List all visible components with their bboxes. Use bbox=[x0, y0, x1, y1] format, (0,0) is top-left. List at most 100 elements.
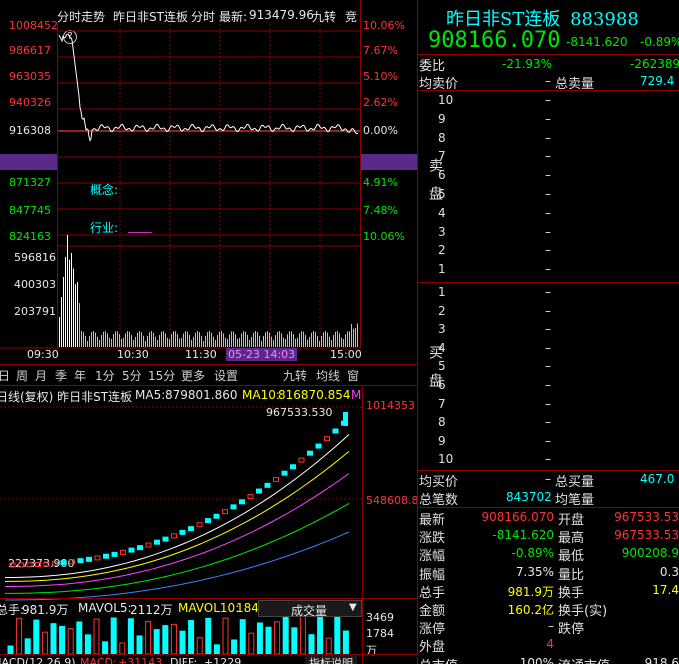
kline-volume-bar bbox=[84, 634, 91, 655]
candle bbox=[239, 499, 245, 505]
intraday-volume-bar bbox=[169, 338, 170, 347]
kline-volume-bar bbox=[308, 634, 315, 655]
stat-value: 900208.9 bbox=[621, 546, 679, 561]
sell-book-divider bbox=[418, 90, 679, 91]
diff-value: +1229 bbox=[204, 656, 242, 664]
buy-level-price[interactable]: – bbox=[545, 304, 551, 318]
intraday-volume-bar bbox=[185, 331, 186, 347]
intraday-volume-bar bbox=[247, 334, 248, 347]
period-button[interactable]: 5分 bbox=[122, 367, 142, 383]
intraday-volume-bar bbox=[279, 331, 280, 347]
toolbar-right-button[interactable]: 窗 bbox=[347, 367, 359, 383]
kline-volume-bar bbox=[188, 620, 195, 655]
sell-level-price[interactable]: – bbox=[545, 262, 551, 276]
period-button[interactable]: 设置 bbox=[214, 367, 238, 383]
intraday-volume-bar bbox=[181, 337, 182, 347]
sell-level-price[interactable]: – bbox=[545, 206, 551, 220]
candle bbox=[307, 450, 313, 456]
indicator-help-button[interactable]: 指标说明 bbox=[305, 655, 357, 664]
period-button[interactable]: 1分 bbox=[95, 367, 115, 383]
period-button[interactable]: 月 bbox=[35, 367, 47, 383]
intraday-volume-bar bbox=[83, 332, 84, 347]
intraday-volume-bar bbox=[213, 336, 214, 347]
kline-volume-bar bbox=[291, 627, 298, 655]
kline-volume-bar bbox=[325, 637, 332, 655]
buy-level-price[interactable]: – bbox=[545, 378, 551, 392]
period-button[interactable]: 周 bbox=[16, 367, 28, 383]
buy-level-label: 7 bbox=[438, 396, 446, 411]
stat-value: 967533.53 bbox=[614, 510, 679, 524]
intraday-volume-bar bbox=[161, 331, 162, 347]
intraday-volume-bar bbox=[189, 334, 190, 347]
intraday-volume-bar bbox=[309, 336, 310, 347]
sell-level-price[interactable]: – bbox=[545, 112, 551, 126]
stat-label: 涨跌 bbox=[419, 531, 446, 547]
quote-change: -8141.620 bbox=[566, 35, 628, 49]
sell-level-price[interactable]: – bbox=[545, 187, 551, 201]
intraday-volume-bar bbox=[233, 331, 234, 347]
candle bbox=[273, 476, 279, 482]
candle bbox=[52, 560, 58, 566]
toolbar-right-button[interactable]: 九转 bbox=[283, 367, 307, 383]
kline-volume-bar bbox=[239, 619, 246, 655]
intraday-volume-bar bbox=[221, 331, 222, 347]
intraday-volume-bar bbox=[255, 331, 256, 347]
period-button[interactable]: 15分 bbox=[148, 367, 175, 383]
candle bbox=[120, 549, 126, 555]
sell-level-price[interactable]: – bbox=[545, 149, 551, 163]
buy-level-price[interactable]: – bbox=[545, 452, 551, 466]
intraday-volume-bar bbox=[281, 333, 282, 347]
kline-chart[interactable] bbox=[0, 386, 417, 664]
period-button[interactable]: 年 bbox=[74, 367, 86, 383]
sell-level-price[interactable]: – bbox=[545, 93, 551, 107]
buy-level-price[interactable]: – bbox=[545, 434, 551, 448]
intraday-volume-bar bbox=[319, 340, 320, 347]
intraday-volume-bar bbox=[63, 277, 64, 347]
sell-level-price[interactable]: – bbox=[545, 131, 551, 145]
kline-volume-bar bbox=[170, 623, 177, 655]
quote-price: 908166.070 bbox=[428, 28, 561, 53]
intraday-volume-bar bbox=[307, 339, 308, 347]
candle bbox=[128, 547, 135, 553]
toolbar-right-button[interactable]: 均线 bbox=[316, 367, 340, 383]
intraday-volume-bar bbox=[317, 335, 318, 347]
kline-volume-bar bbox=[41, 631, 48, 655]
intraday-volume-bar bbox=[231, 331, 232, 347]
candle bbox=[332, 428, 339, 434]
sell-level-label: 4 bbox=[438, 205, 446, 220]
period-button[interactable]: 更多 bbox=[181, 367, 205, 383]
candle bbox=[77, 558, 84, 564]
cursor-date-label: 05-23 14:03 bbox=[226, 348, 298, 361]
macd-header: MACD(12,26,9) MACD: +31143 DIFF: +1229 指… bbox=[0, 654, 417, 664]
intraday-volume-bar bbox=[269, 332, 270, 347]
buy-level-price[interactable]: – bbox=[545, 341, 551, 355]
buy-level-price[interactable]: – bbox=[545, 415, 551, 429]
buy-level-price[interactable]: – bbox=[545, 359, 551, 373]
period-button[interactable]: 季 bbox=[55, 367, 67, 383]
kline-volume-bar bbox=[24, 638, 31, 655]
intraday-volume-bar bbox=[237, 338, 238, 347]
sell-level-price[interactable]: – bbox=[545, 168, 551, 182]
intraday-volume-bar bbox=[215, 339, 216, 347]
stat-value: 4 bbox=[546, 637, 554, 652]
buy-level-price[interactable]: – bbox=[545, 397, 551, 411]
candle bbox=[43, 561, 50, 567]
intraday-volume-bar bbox=[155, 336, 156, 347]
buy-level-price[interactable]: – bbox=[545, 322, 551, 336]
indicator-select[interactable]: 成交量 ▼ bbox=[258, 600, 362, 618]
candle bbox=[205, 518, 211, 524]
kline-volume-bar bbox=[205, 617, 212, 655]
time-label-1130: 11:30 bbox=[185, 348, 217, 361]
divider-kline-axis bbox=[362, 386, 363, 664]
period-button[interactable]: 日 bbox=[0, 367, 10, 383]
sell-level-price[interactable]: – bbox=[545, 225, 551, 239]
stat-value: 100% bbox=[519, 655, 554, 664]
sell-level-price[interactable]: – bbox=[545, 243, 551, 257]
intraday-volume-bar bbox=[173, 331, 174, 347]
buy-level-price[interactable]: – bbox=[545, 285, 551, 299]
sell-level-label: 3 bbox=[438, 224, 446, 239]
kline-volume-bar bbox=[222, 617, 229, 655]
intraday-chart[interactable] bbox=[0, 0, 417, 364]
intraday-volume-bar bbox=[187, 331, 188, 347]
kline-volume-bar bbox=[93, 618, 100, 655]
